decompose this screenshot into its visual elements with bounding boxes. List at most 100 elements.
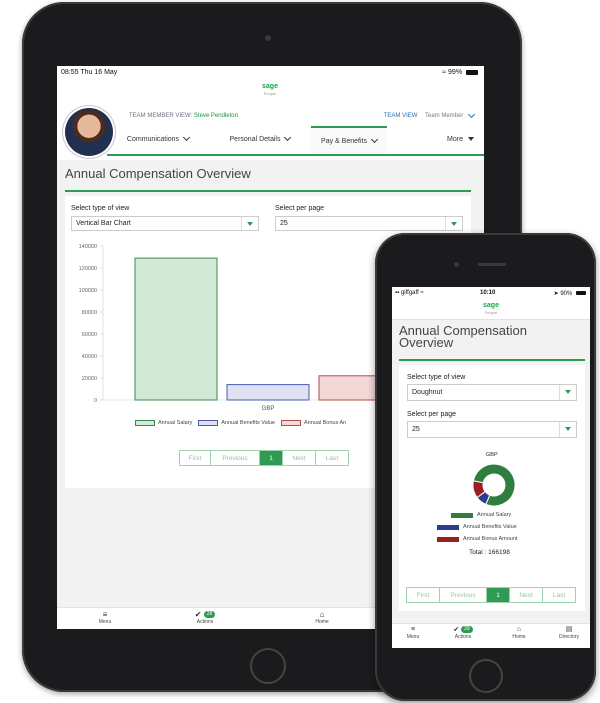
brand-sub: People (484, 310, 498, 315)
status-right: ≈ 99% (442, 69, 478, 76)
per-page-label: Select per page (407, 411, 457, 418)
team-view-link[interactable]: TEAM VIEW (384, 113, 418, 119)
team-view-switch[interactable]: TEAM VIEW Team Member (384, 110, 476, 119)
caret-down-icon (467, 137, 474, 141)
legend-benefits-label: Annual Benefits Value (463, 524, 517, 530)
per-page-select[interactable]: 25 (275, 216, 463, 231)
tab-directory[interactable]: ▤ Directory (548, 626, 590, 640)
tab-home[interactable]: ⌂ Home (292, 610, 352, 625)
legend-salary: Annual Salary (158, 420, 193, 426)
menu-icon: ≡ (410, 626, 416, 633)
chevron-down-icon (284, 133, 292, 142)
page-previous-button[interactable]: Previous (211, 451, 260, 465)
brand-name: sage (483, 302, 499, 309)
tab-menu-label: Menu (98, 619, 112, 625)
page-previous-button[interactable]: Previous (440, 588, 487, 602)
brand-name: sage (262, 83, 278, 90)
per-page-select[interactable]: 25 (407, 421, 577, 438)
brand-sub: People (263, 91, 277, 96)
y-tick-label: 120000 (79, 266, 97, 272)
dropdown-arrow-icon (241, 217, 258, 230)
page-first-button[interactable]: First (407, 588, 440, 602)
team-member-name[interactable]: Steve Pendleton (194, 113, 238, 119)
legend-bonus: Annual Bonus Amount (437, 536, 517, 542)
tablet-status-bar: 08:55 Thu 16 May ≈ 99% (57, 66, 484, 80)
phone-battery-percent: 90% (560, 291, 573, 297)
dropdown-arrow-icon (559, 385, 576, 400)
tab-home-label: Home (512, 634, 526, 640)
brand-bar: sage People (57, 80, 484, 103)
team-member-dropdown[interactable]: Team Member (425, 113, 463, 119)
battery-icon (576, 291, 586, 296)
x-category-label: GBP (262, 406, 275, 412)
view-type-label: Select type of view (407, 374, 466, 381)
view-type-value: Vertical Bar Chart (76, 220, 131, 227)
legend-salary-label: Annual Salary (477, 512, 512, 518)
tab-menu[interactable]: ≡ Menu (75, 610, 135, 625)
title-underline (399, 359, 585, 361)
page-1-button[interactable]: 1 (260, 451, 283, 465)
phone-home-button[interactable] (469, 659, 503, 693)
view-type-value: Doughnut (412, 389, 443, 396)
view-type-select[interactable]: Doughnut (407, 384, 577, 401)
page-next-button[interactable]: Next (283, 451, 316, 465)
tab-label: Pay & Benefits (321, 137, 367, 145)
avatar[interactable] (65, 108, 113, 156)
dropdown-arrow-icon (445, 217, 462, 230)
chevron-down-icon (370, 135, 378, 144)
y-tick-label: 100000 (79, 288, 97, 294)
y-tick-label: 80000 (82, 310, 97, 316)
y-tick-label: 140000 (79, 244, 97, 250)
tab-pay-benefits[interactable]: Pay & Benefits (311, 126, 387, 154)
tab-actions-label: Actions (196, 619, 214, 625)
legend-salary: Annual Salary (451, 512, 511, 518)
location-icon: ➤ (553, 291, 559, 297)
tab-communications[interactable]: Communications (107, 126, 209, 152)
tab-personal-details[interactable]: Personal Details (209, 126, 311, 152)
tablet-camera (265, 35, 271, 41)
y-tick-label: 20000 (82, 376, 97, 382)
phone-tab-bar: ≡ Menu ✔ 29 Actions ⌂ Home ▤ Directory (392, 623, 590, 648)
chevron-down-icon (467, 110, 476, 119)
page-first-button[interactable]: First (180, 451, 211, 465)
chevron-down-icon (183, 133, 191, 142)
carrier: ▪▪ giffgaff ≈ (395, 290, 424, 296)
check-icon: ✔ 29 (442, 626, 484, 634)
phone-status-bar: ▪▪ giffgaff ≈ 10:10 ➤ 90% (392, 287, 590, 299)
team-member-view-label: TEAM MEMBER VIEW: (129, 113, 193, 119)
per-page-value: 25 (280, 220, 288, 227)
view-type-label: Select type of view (71, 205, 130, 212)
tablet-home-button[interactable] (250, 648, 286, 684)
actions-badge: 29 (461, 626, 473, 633)
page-1-button[interactable]: 1 (487, 588, 510, 602)
tab-actions-label: Actions (454, 634, 472, 641)
tab-menu[interactable]: ≡ Menu (392, 626, 434, 640)
home-icon: ⌂ (516, 626, 522, 633)
sage-logo: sage People (477, 302, 505, 316)
directory-icon: ▤ (565, 626, 573, 633)
view-type-select[interactable]: Vertical Bar Chart (71, 216, 259, 231)
battery-icon (466, 69, 478, 75)
chart-legend: Annual Salary Annual Benefits Value Annu… (135, 420, 346, 426)
per-page-value: 25 (412, 426, 420, 433)
team-member-view: TEAM MEMBER VIEW: Steve Pendleton (129, 113, 238, 119)
legend-swatch-salary (135, 420, 155, 426)
tab-actions[interactable]: ✔ 28 Actions (175, 610, 235, 625)
legend-benefits: Annual Benefits Value (437, 524, 517, 530)
tab-actions[interactable]: ✔ 29 Actions (442, 626, 484, 640)
signal-icon: ▪▪ (395, 290, 400, 296)
page-last-button[interactable]: Last (543, 588, 575, 602)
tab-more[interactable]: More (437, 126, 484, 152)
wifi-icon: ≈ (442, 69, 447, 76)
phone-screen: ▪▪ giffgaff ≈ 10:10 ➤ 90% sage People An… (392, 287, 590, 648)
phone-brand-bar: sage People (392, 299, 590, 320)
section-nav: Communications Personal Details Pay & Be… (107, 126, 484, 154)
tab-directory-label: Directory (558, 634, 579, 640)
pagination: First Previous 1 Next Last (406, 587, 576, 603)
page-next-button[interactable]: Next (510, 588, 543, 602)
pagination: First Previous 1 Next Last (179, 450, 349, 466)
phone-speaker (478, 263, 506, 266)
tab-home[interactable]: ⌂ Home (498, 626, 540, 640)
page-last-button[interactable]: Last (316, 451, 348, 465)
legend-swatch-bonus (437, 536, 459, 542)
